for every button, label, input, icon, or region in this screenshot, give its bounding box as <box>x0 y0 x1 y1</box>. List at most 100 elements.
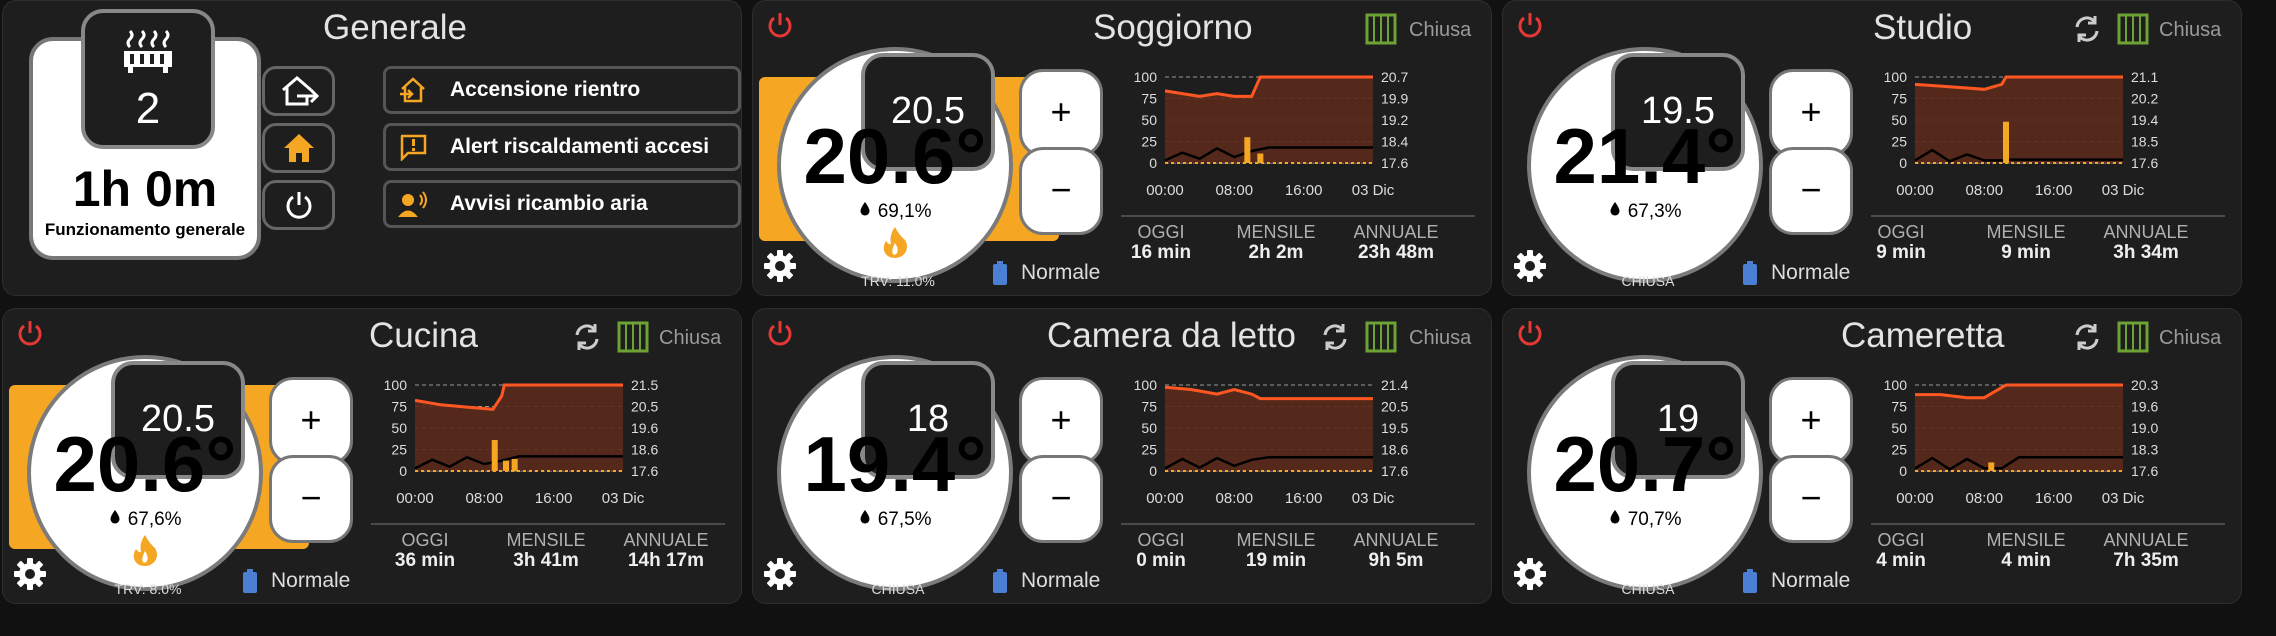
increase-button[interactable]: + <box>1019 69 1103 157</box>
home-export-button[interactable] <box>262 66 335 116</box>
y-tick-label: 50 <box>1891 112 1907 128</box>
divider <box>1871 523 2225 525</box>
mode-label: Normale <box>271 569 351 592</box>
humidity: 69,1% <box>781 201 1009 223</box>
window-state: Chiusa <box>1409 327 1472 349</box>
sync-icon[interactable] <box>2071 13 2103 45</box>
gear-icon[interactable] <box>763 557 797 591</box>
power-icon[interactable] <box>765 11 795 41</box>
divider <box>1121 215 1475 217</box>
sync-icon[interactable] <box>571 321 603 353</box>
stat-label: OGGI <box>401 530 449 550</box>
power-icon[interactable] <box>1515 11 1545 41</box>
y-tick-label: 50 <box>1141 420 1157 436</box>
power-icon[interactable] <box>1515 319 1545 349</box>
stat-label: OGGI <box>1137 222 1185 242</box>
runtime-value: 1h 0m <box>72 161 218 217</box>
humidity-value: 70,7% <box>1627 509 1682 530</box>
sync-icon[interactable] <box>2071 321 2103 353</box>
stat-value: 3h 41m <box>513 549 579 571</box>
decrease-button[interactable]: − <box>269 455 353 543</box>
current-temperature: 19.4° <box>803 420 987 508</box>
divider <box>1871 215 2225 217</box>
stat-oggi: OGGI 36 min <box>365 530 485 572</box>
action-accensione-rientro[interactable]: Accensione rientro <box>383 66 741 114</box>
temperature-area <box>415 385 623 471</box>
gear-icon[interactable] <box>1513 249 1547 283</box>
sync-icon[interactable] <box>1319 321 1351 353</box>
action-avvisi-ricambio-aria[interactable]: Avvisi ricambio aria <box>383 180 741 228</box>
x-tick-label: 08:00 <box>466 490 504 507</box>
increase-button[interactable]: + <box>1769 69 1853 157</box>
y-tick-label: 25 <box>1891 134 1907 150</box>
power-icon[interactable] <box>15 319 45 349</box>
preset-mode[interactable]: Normale <box>1743 569 1850 593</box>
decrease-button[interactable]: − <box>1019 147 1103 235</box>
preset-mode[interactable]: Normale <box>993 261 1100 285</box>
room-name: Camera da letto <box>1047 316 1297 355</box>
y2-tick-label: 20.7 <box>1381 69 1408 85</box>
stat-value: 19 min <box>1245 549 1307 571</box>
mode-label: Normale <box>1021 569 1101 592</box>
x-tick-label: 16:00 <box>1285 490 1323 507</box>
gear-icon[interactable] <box>13 557 47 591</box>
window-closed-icon <box>2117 321 2149 353</box>
thermostat-dial[interactable]: 20.5 20.6° 69,1% <box>777 47 1013 283</box>
y-tick-label: 75 <box>391 399 407 415</box>
valve-state: TRV: 11.0% <box>861 273 935 289</box>
y2-tick-label: 18.4 <box>1381 134 1408 150</box>
thermostat-dial[interactable]: 20.5 20.6° 67,6% <box>27 355 263 591</box>
room-name: Soggiorno <box>1093 8 1253 47</box>
y-tick-label: 100 <box>1884 69 1908 85</box>
preset-mode[interactable]: Normale <box>1743 261 1850 285</box>
preset-mode[interactable]: Normale <box>993 569 1100 593</box>
decrease-button[interactable]: − <box>1769 455 1853 543</box>
battery-icon <box>993 569 1007 593</box>
x-tick-label: 08:00 <box>1966 182 2004 199</box>
stat-annuale: ANNUALE 23h 48m <box>1336 222 1456 264</box>
home-button[interactable] <box>262 123 335 173</box>
humidity: 67,6% <box>31 509 259 531</box>
preset-mode[interactable]: Normale <box>243 569 350 593</box>
x-tick-label: 03 Dic <box>2102 182 2145 199</box>
action-alert-riscaldamenti[interactable]: Alert riscaldamenti accesi <box>383 123 741 171</box>
increase-button[interactable]: + <box>269 377 353 465</box>
decrease-button[interactable]: − <box>1769 147 1853 235</box>
current-temperature: 20.6° <box>53 420 237 508</box>
y-tick-label: 100 <box>1134 69 1158 85</box>
battery-icon <box>243 569 257 593</box>
power-icon <box>286 192 311 219</box>
valve-state: CHIUSA <box>1621 581 1675 597</box>
history-chart: 100 20.3 75 19.6 50 19.0 25 18.3 0 17.6 00:00 08:00… <box>1884 377 2159 507</box>
y2-tick-label: 17.6 <box>2131 155 2158 171</box>
gear-icon[interactable] <box>1513 557 1547 591</box>
power-icon[interactable] <box>765 319 795 349</box>
humidity-value: 67,6% <box>127 509 182 530</box>
gear-icon[interactable] <box>763 249 797 283</box>
stat-mensile: MENSILE 9 min <box>1966 222 2086 264</box>
window-state: Chiusa <box>2159 327 2222 349</box>
stat-value: 16 min <box>1130 241 1192 263</box>
y2-tick-label: 20.5 <box>631 399 658 415</box>
power-button[interactable] <box>262 180 335 230</box>
water-drop-icon <box>1610 510 1620 524</box>
x-tick-label: 08:00 <box>1216 490 1254 507</box>
y2-tick-label: 19.4 <box>2131 112 2158 128</box>
thermostat-dial[interactable]: 19 20.7° 70,7% <box>1527 355 1763 591</box>
room-name: Cucina <box>369 316 478 355</box>
thermostat-dial[interactable]: 19.5 21.4° 67,3% <box>1527 47 1763 283</box>
decrease-button[interactable]: − <box>1019 455 1103 543</box>
room-name: Studio <box>1873 8 1973 47</box>
home-export-icon <box>281 76 319 106</box>
increase-button[interactable]: + <box>1019 377 1103 465</box>
y2-tick-label: 21.5 <box>631 377 658 393</box>
x-tick-label: 16:00 <box>1285 182 1323 199</box>
thermostat-dial[interactable]: 18 19.4° 67,5% <box>777 355 1013 591</box>
increase-button[interactable]: + <box>1769 377 1853 465</box>
y2-tick-label: 18.6 <box>631 442 658 458</box>
generale-runtime-card[interactable]: 2 1h 0m Funzionamento generale <box>29 9 261 260</box>
y-tick-label: 25 <box>1141 442 1157 458</box>
current-temperature: 21.4° <box>1553 112 1737 200</box>
mode-label: Normale <box>1771 569 1851 592</box>
y-tick-label: 100 <box>384 377 408 393</box>
